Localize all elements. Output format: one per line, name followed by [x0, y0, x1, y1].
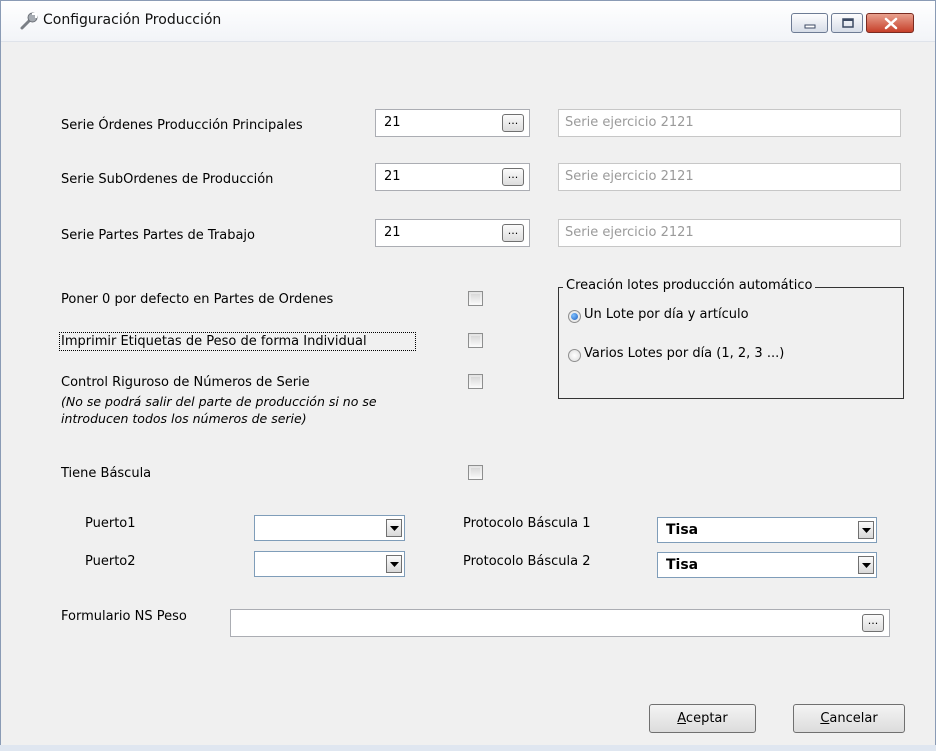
wrench-icon — [19, 11, 39, 31]
serie-principal-label: Serie Órdenes Producción Principales — [61, 118, 303, 133]
puerto1-dropdown-button[interactable] — [386, 519, 402, 537]
protocolo2-label: Protocolo Báscula 2 — [463, 554, 591, 569]
window-title: Configuración Producción — [43, 12, 222, 28]
tiene-bascula-checkbox[interactable] — [468, 465, 483, 480]
control-riguroso-checkbox[interactable] — [468, 374, 483, 389]
close-button[interactable] — [866, 13, 914, 33]
serie-partes-label: Serie Partes Partes de Trabajo — [61, 228, 255, 243]
puerto2-dropdown-button[interactable] — [386, 555, 402, 573]
accept-button[interactable]: Aceptar — [649, 704, 756, 733]
chevron-down-icon — [390, 562, 399, 567]
serie-principal-value: 21 — [384, 115, 401, 130]
varios-lotes-radio[interactable] — [568, 349, 581, 362]
formulario-ns-peso-label: Formulario NS Peso — [61, 609, 187, 624]
minimize-icon — [804, 24, 816, 29]
serie-principal-description: Serie ejercicio 2121 — [558, 109, 901, 137]
maximize-button[interactable] — [831, 13, 863, 33]
chevron-down-icon — [862, 563, 871, 568]
cancel-button[interactable]: Cancelar — [793, 704, 905, 733]
serie-suborden-description: Serie ejercicio 2121 — [558, 163, 901, 191]
protocolo1-label: Protocolo Báscula 1 — [463, 516, 591, 531]
protocolo2-value: Tisa — [666, 557, 699, 573]
protocolo1-dropdown-button[interactable] — [858, 521, 874, 539]
serie-principal-input[interactable]: 21 ... — [375, 109, 530, 137]
accept-button-label: Aceptar — [677, 711, 728, 726]
focus-rectangle — [59, 332, 416, 351]
protocolo1-select[interactable]: Tisa — [657, 517, 877, 543]
minimize-button[interactable] — [791, 13, 828, 33]
config-window: Configuración Producción Serie Órdenes P… — [0, 0, 936, 751]
tiene-bascula-label: Tiene Báscula — [61, 466, 152, 481]
puerto1-label: Puerto1 — [85, 516, 136, 531]
close-icon — [884, 17, 898, 30]
window-bottom-border — [0, 745, 936, 751]
control-riguroso-label: Control Riguroso de Números de Serie — [61, 375, 310, 390]
lote-dia-articulo-radio[interactable] — [568, 310, 581, 323]
protocolo2-dropdown-button[interactable] — [858, 556, 874, 574]
dialog-content: Serie Órdenes Producción Principales 21 … — [9, 42, 927, 746]
lotes-groupbox — [558, 287, 904, 399]
serie-principal-browse-button[interactable]: ... — [502, 114, 524, 132]
protocolo2-select[interactable]: Tisa — [657, 552, 877, 578]
formulario-ns-peso-input[interactable]: ... — [230, 609, 890, 637]
serie-partes-value: 21 — [384, 225, 401, 240]
lote-dia-articulo-label[interactable]: Un Lote por día y artículo — [584, 307, 749, 322]
puerto2-label: Puerto2 — [85, 554, 136, 569]
serie-partes-description: Serie ejercicio 2121 — [558, 219, 901, 247]
cancel-button-label: Cancelar — [820, 711, 878, 726]
puerto1-select[interactable] — [254, 515, 405, 541]
lotes-group-legend: Creación lotes producción automático — [563, 278, 816, 293]
poner-cero-label: Poner 0 por defecto en Partes de Ordenes — [61, 292, 334, 307]
chevron-down-icon — [390, 526, 399, 531]
serie-suborden-browse-button[interactable]: ... — [502, 168, 524, 186]
formulario-ns-peso-browse-button[interactable]: ... — [862, 614, 884, 632]
poner-cero-checkbox[interactable] — [468, 291, 483, 306]
varios-lotes-label[interactable]: Varios Lotes por día (1, 2, 3 ...) — [584, 346, 784, 361]
serie-partes-input[interactable]: 21 ... — [375, 219, 530, 247]
serie-suborden-value: 21 — [384, 169, 401, 184]
control-riguroso-note-1: (No se podrá salir del parte de producci… — [61, 394, 377, 409]
serie-partes-browse-button[interactable]: ... — [502, 224, 524, 242]
protocolo1-value: Tisa — [666, 522, 699, 538]
control-riguroso-note-2: introducen todos los números de serie) — [61, 411, 307, 426]
serie-suborden-label: Serie SubOrdenes de Producción — [61, 172, 274, 187]
serie-suborden-input[interactable]: 21 ... — [375, 163, 530, 191]
imprimir-etiquetas-checkbox[interactable] — [468, 333, 483, 348]
title-bar: Configuración Producción — [1, 1, 935, 42]
puerto2-select[interactable] — [254, 551, 405, 577]
maximize-icon — [842, 18, 854, 28]
chevron-down-icon — [862, 528, 871, 533]
